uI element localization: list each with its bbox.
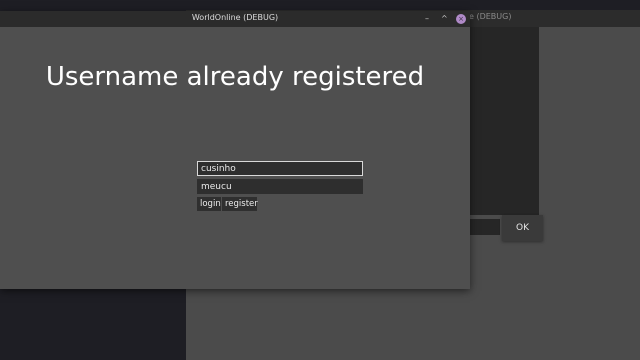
ok-button[interactable]: OK [502, 215, 543, 241]
background-window-title: e (DEBUG) [469, 12, 512, 21]
background-input[interactable] [469, 219, 500, 235]
window-title: WorldOnline (DEBUG) [191, 13, 279, 22]
login-button[interactable]: login [197, 197, 221, 211]
window-titlebar[interactable]: WorldOnline (DEBUG) – ^ × [0, 11, 470, 27]
maximize-button[interactable]: ^ [441, 13, 448, 25]
username-input[interactable] [197, 161, 363, 176]
main-window: WorldOnline (DEBUG) – ^ × Username alrea… [0, 11, 470, 289]
status-heading: Username already registered [45, 62, 425, 92]
close-button[interactable]: × [456, 14, 466, 24]
background-panel [469, 27, 539, 215]
minimize-button[interactable]: – [425, 13, 429, 25]
register-button[interactable]: register [222, 197, 258, 211]
password-input[interactable] [197, 179, 363, 194]
